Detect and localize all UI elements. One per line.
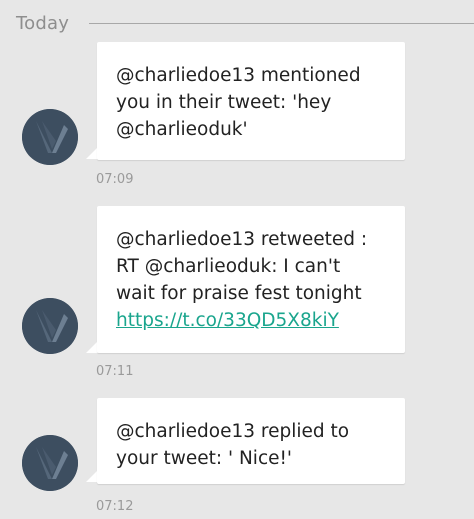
- date-divider: Today: [0, 10, 474, 36]
- message-link[interactable]: https://t.co/33QD5X8kiY: [116, 307, 391, 334]
- message-bubble[interactable]: @charliedoe13 retweeted : RT @charlieodu…: [97, 206, 405, 353]
- message-timestamp: 07:11: [96, 364, 134, 379]
- message-text: @charliedoe13 retweeted : RT @charlieodu…: [116, 229, 368, 304]
- date-divider-line: [89, 23, 474, 24]
- message-text: @charliedoe13 mentioned you in their twe…: [116, 65, 361, 140]
- message-bubble[interactable]: @charliedoe13 mentioned you in their twe…: [97, 42, 405, 160]
- message-text: @charliedoe13 replied to your tweet: ' N…: [116, 421, 350, 469]
- message-timestamp: 07:12: [96, 499, 134, 514]
- contact-avatar-icon[interactable]: [22, 435, 78, 491]
- contact-avatar-icon[interactable]: [22, 298, 78, 354]
- message-bubble[interactable]: @charliedoe13 replied to your tweet: ' N…: [97, 398, 405, 484]
- contact-avatar-icon[interactable]: [22, 109, 78, 165]
- date-divider-label: Today: [16, 13, 70, 34]
- message-timestamp: 07:09: [96, 172, 134, 187]
